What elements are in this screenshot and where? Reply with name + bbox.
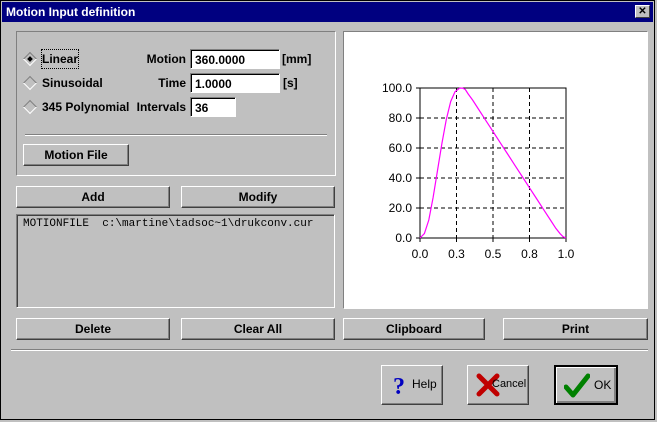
- checkmark-icon: [563, 373, 591, 399]
- motion-chart: 0.0 0.3 0.5 0.8 1.0 0.0 20.0 40.0 60.0 80.0 100.0: [382, 81, 575, 261]
- radio-345-polynomial-label[interactable]: 345 Polynomial: [42, 98, 129, 116]
- group-divider: [25, 134, 327, 136]
- ok-button-label: OK: [594, 378, 612, 392]
- help-button-label: Help: [412, 377, 437, 391]
- close-icon[interactable]: ✕: [635, 5, 650, 18]
- motion-input-dialog: Motion Input definition ✕ Linear Sinusoi…: [0, 0, 655, 420]
- clear-all-button[interactable]: Clear All: [181, 318, 335, 340]
- add-button[interactable]: Add: [16, 186, 170, 208]
- ok-button[interactable]: OK: [554, 365, 618, 405]
- y-tick-label: 100.0: [382, 81, 412, 95]
- help-icon: ?: [390, 372, 414, 400]
- radio-linear-label[interactable]: Linear: [40, 49, 80, 69]
- cancel-button[interactable]: Cancel: [467, 365, 529, 405]
- radio-sinusoidal-label[interactable]: Sinusoidal: [42, 74, 103, 92]
- intervals-field[interactable]: [190, 97, 236, 117]
- y-tick-label: 40.0: [389, 171, 413, 185]
- clipboard-button[interactable]: Clipboard: [343, 318, 485, 340]
- motion-label: Motion: [146, 52, 186, 66]
- time-unit: [s]: [283, 76, 298, 90]
- x-tick-label: 0.5: [485, 247, 502, 261]
- cancel-button-label: Cancel: [492, 378, 527, 390]
- title-bar: Motion Input definition ✕: [2, 2, 653, 22]
- x-tick-label: 1.0: [558, 247, 575, 261]
- motion-list[interactable]: MOTIONFILE c:\martine\tadsoc~1\drukconv.…: [16, 214, 335, 308]
- y-tick-label: 80.0: [389, 111, 413, 125]
- x-tick-label: 0.0: [412, 247, 429, 261]
- list-item[interactable]: MOTIONFILE c:\martine\tadsoc~1\drukconv.…: [23, 218, 328, 230]
- motion-file-button[interactable]: Motion File: [23, 144, 129, 166]
- y-tick-label: 60.0: [389, 141, 413, 155]
- window-title: Motion Input definition: [6, 5, 136, 19]
- motion-field[interactable]: [190, 49, 280, 69]
- x-tick-label: 0.8: [521, 247, 538, 261]
- y-tick-label: 20.0: [389, 201, 413, 215]
- modify-button[interactable]: Modify: [181, 186, 335, 208]
- delete-button[interactable]: Delete: [16, 318, 170, 340]
- x-tick-label: 0.3: [448, 247, 465, 261]
- svg-text:?: ?: [393, 374, 405, 398]
- bottom-divider: [11, 349, 648, 351]
- print-button[interactable]: Print: [503, 318, 648, 340]
- time-label: Time: [158, 76, 186, 90]
- motion-unit: [mm]: [282, 52, 312, 66]
- motion-chart-panel: 0.0 0.3 0.5 0.8 1.0 0.0 20.0 40.0 60.0 80.0 100.0: [343, 31, 648, 309]
- y-tick-label: 0.0: [395, 231, 412, 245]
- help-button[interactable]: ? Help: [381, 365, 443, 405]
- intervals-label: Intervals: [136, 100, 186, 114]
- time-field[interactable]: [190, 73, 280, 93]
